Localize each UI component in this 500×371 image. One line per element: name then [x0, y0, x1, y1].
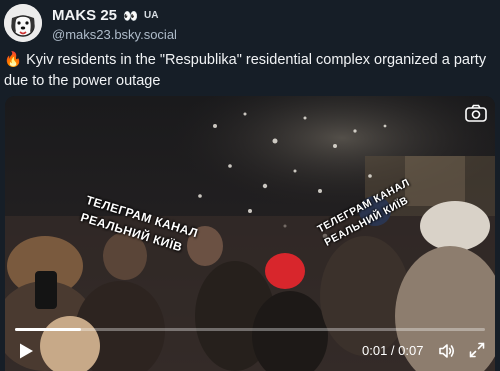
- video-progress-bar[interactable]: [15, 328, 485, 331]
- post-text-content: Kyiv residents in the "Respublika" resid…: [4, 52, 487, 89]
- avatar[interactable]: [4, 4, 42, 42]
- camera-icon[interactable]: [465, 104, 487, 122]
- post-header: MAKS 25 👀 UA @maks23.bsky.social: [4, 4, 496, 44]
- post-text: 🔥 Kyiv residents in the "Respublika" resi…: [4, 50, 494, 92]
- eyes-emoji-icon: 👀: [123, 8, 138, 23]
- current-time: 0:01: [362, 343, 388, 358]
- play-icon[interactable]: [17, 342, 35, 360]
- time-separator: /: [387, 343, 399, 358]
- display-name[interactable]: MAKS 25: [52, 7, 117, 24]
- video-player[interactable]: ТЕЛЕГРАМ КАНАЛ РЕАЛЬНИЙ КИЇВ ТЕЛЕГРАМ КА…: [5, 96, 495, 371]
- video-time: 0:01 / 0:07: [362, 343, 423, 358]
- video-progress-fill: [15, 328, 81, 331]
- video-controls: 0:01 / 0:07: [5, 339, 495, 363]
- author-name-row: MAKS 25 👀 UA: [52, 7, 158, 24]
- avatar-dog-icon: [4, 4, 42, 42]
- fullscreen-icon[interactable]: [469, 342, 485, 358]
- duration: 0:07: [398, 343, 424, 358]
- fire-emoji-icon: 🔥: [4, 52, 23, 68]
- author-handle[interactable]: @maks23.bsky.social: [52, 27, 177, 42]
- volume-icon[interactable]: [438, 342, 456, 360]
- country-badge: UA: [143, 10, 159, 21]
